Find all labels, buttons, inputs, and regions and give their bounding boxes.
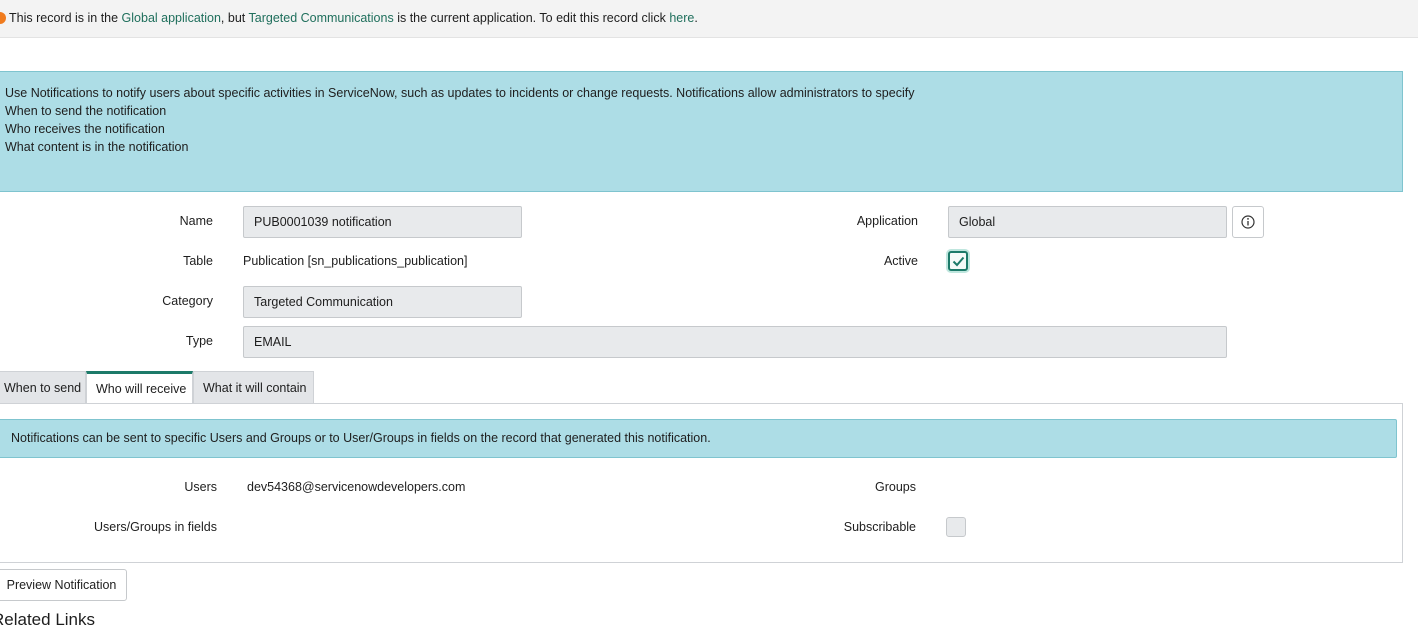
table-value: Publication [sn_publications_publication… [243, 254, 468, 268]
tab-what-it-will-contain[interactable]: What it will contain [193, 371, 314, 404]
users-value[interactable]: dev54368@servicenowdevelopers.com [247, 480, 465, 494]
subscribable-label: Subscribable [843, 520, 916, 534]
users-label: Users [184, 480, 217, 494]
tab-when-to-send[interactable]: When to send [0, 371, 86, 404]
application-scope-banner: This record is in the Global application… [0, 0, 1418, 38]
table-label: Table [183, 254, 213, 268]
active-label: Active [883, 254, 918, 268]
warning-dot-icon [0, 12, 6, 24]
recipients-notice: Notifications can be sent to specific Us… [0, 419, 1397, 458]
application-info-button[interactable] [1232, 206, 1264, 238]
category-field[interactable]: Targeted Communication [243, 286, 522, 318]
edit-record-here-link[interactable]: here [669, 11, 694, 25]
help-line-what: What content is in the notification [5, 140, 189, 154]
help-line-intro: Use Notifications to notify users about … [5, 86, 915, 100]
checkmark-icon [952, 256, 965, 267]
preview-notification-button[interactable]: Preview Notification [0, 569, 127, 601]
users-groups-in-fields-label: Users/Groups in fields [94, 520, 217, 534]
scope-message-end: . [694, 11, 698, 25]
type-label: Type [185, 334, 213, 348]
name-field[interactable]: PUB0001039 notification [243, 206, 522, 238]
help-line-when: When to send the notification [5, 104, 167, 118]
active-checkbox[interactable] [948, 251, 968, 271]
tab-who-will-receive[interactable]: Who will receive [86, 371, 193, 404]
name-label: Name [179, 214, 213, 228]
application-field[interactable]: Global [948, 206, 1227, 238]
subscribable-checkbox[interactable] [946, 517, 966, 537]
related-links-heading: Related Links [0, 610, 96, 629]
scope-message: This record is in the Global application… [9, 11, 698, 25]
category-label: Category [162, 294, 213, 308]
groups-label: Groups [875, 480, 916, 494]
targeted-communications-link[interactable]: Targeted Communications [249, 11, 394, 25]
scope-message-middle: , but [220, 11, 249, 25]
info-circle-icon [1241, 215, 1255, 229]
scope-message-suffix: is the current application. To edit this… [393, 11, 670, 25]
notification-help-box: Use Notifications to notify users about … [0, 71, 1403, 192]
help-line-who: Who receives the notification [5, 122, 165, 136]
scope-message-prefix: This record is in the [9, 11, 122, 25]
global-application-link[interactable]: Global application [122, 11, 221, 25]
type-field[interactable]: EMAIL [243, 326, 1227, 358]
application-label: Application [856, 214, 918, 228]
